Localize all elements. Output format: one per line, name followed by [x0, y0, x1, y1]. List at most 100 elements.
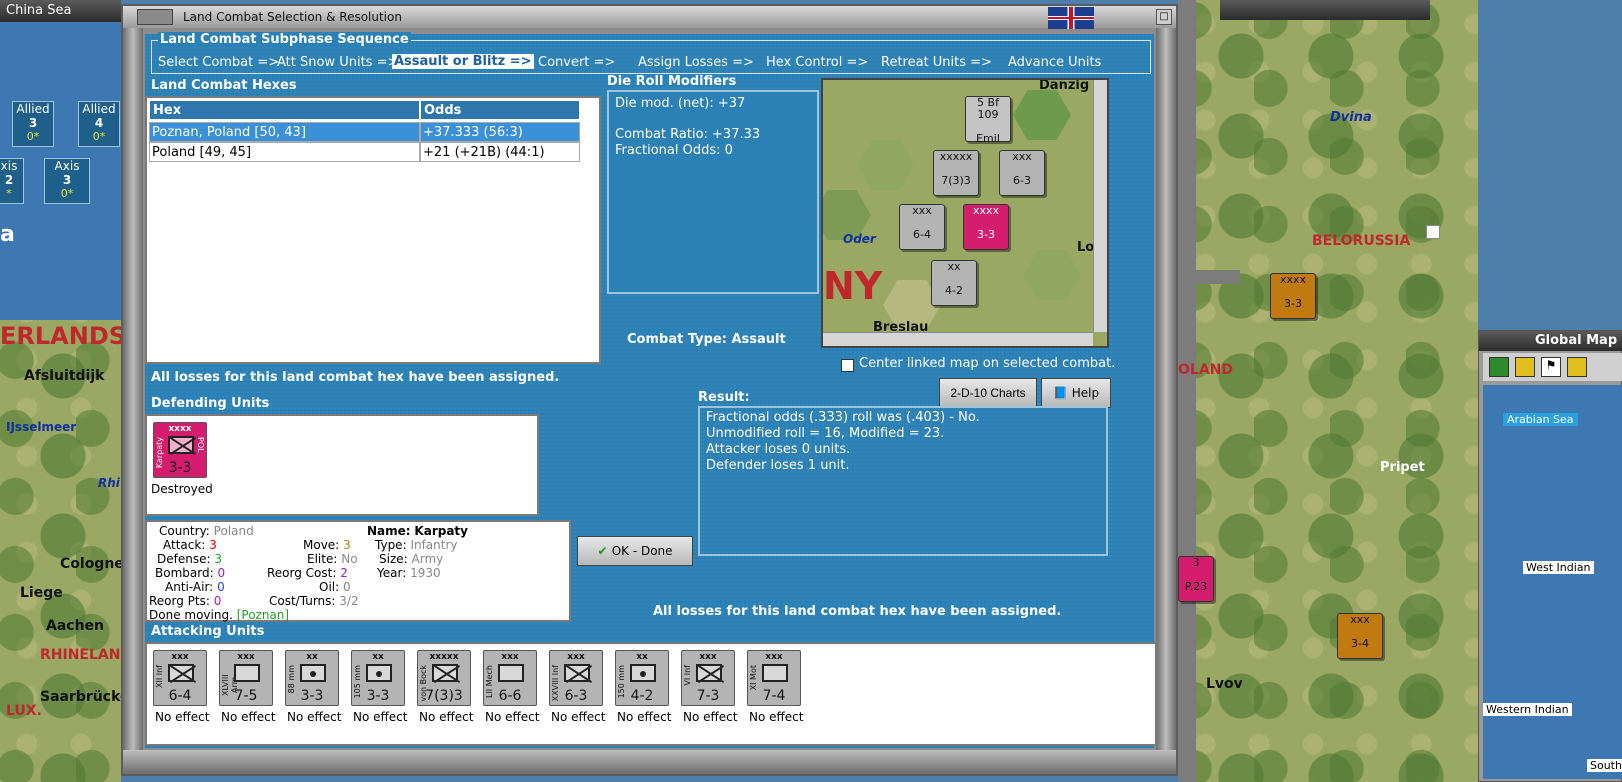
- attacking-unit-effect: No effect: [419, 710, 474, 724]
- mm-unit-army-group[interactable]: xxxxx 7(3)3: [933, 150, 979, 196]
- mm-unit-division[interactable]: xx 4-2: [931, 260, 977, 306]
- attacking-unit[interactable]: xxx LII Mech 6-6: [483, 650, 537, 706]
- unit-strength: 6-4: [168, 688, 192, 704]
- soviet-unit-counter-1[interactable]: xxxx 3-3: [1270, 273, 1316, 319]
- fractional-odds: Fractional Odds: 0: [615, 143, 733, 158]
- mm-unit-air[interactable]: 5 Bf 109 Emil: [965, 96, 1011, 145]
- window-close-icon[interactable]: □: [1156, 9, 1172, 25]
- land-combat-hexes-title: Land Combat Hexes: [151, 78, 297, 93]
- dialog-titlebar[interactable]: Land Combat Selection & Resolution □: [123, 6, 1176, 29]
- defending-units-panel: xxxx Karpaty POL 3-3 Destroyed: [145, 414, 539, 516]
- axis-tile-1[interactable]: xis 2 *: [0, 158, 24, 204]
- attacking-unit[interactable]: xx 105 mm 3-3: [351, 650, 405, 706]
- axis-tile-2[interactable]: Axis 3 0*: [44, 158, 90, 204]
- attacking-unit[interactable]: xxx XXVIII Inf 6-3: [549, 650, 603, 706]
- mm-unit-corps[interactable]: xxx 6-3: [999, 150, 1045, 196]
- attacking-unit[interactable]: xxx XI Mot 7-4: [747, 650, 801, 706]
- unit-size: xxx: [237, 652, 255, 662]
- center-map-label: Center linked map on selected combat.: [859, 356, 1116, 371]
- die-roll-title: Die Roll Modifiers: [607, 74, 737, 89]
- result-line: Attacker loses 0 units.: [706, 442, 851, 457]
- phase-select-combat[interactable]: Select Combat =>: [158, 55, 279, 70]
- attacking-unit[interactable]: xx 150 mm 4-2: [615, 650, 669, 706]
- attacking-unit-effect: No effect: [485, 710, 540, 724]
- dialog-title: Land Combat Selection & Resolution: [183, 10, 402, 24]
- map-label-western-indian: Western Indian: [1483, 703, 1572, 716]
- attacking-unit-effect: No effect: [683, 710, 738, 724]
- unit-side-name: XII Inf: [155, 665, 164, 688]
- attacking-unit[interactable]: xxxxx von Bock 7(3)3: [417, 650, 471, 706]
- unit-size: xx: [372, 652, 384, 662]
- help-button[interactable]: 📘 Help: [1041, 378, 1111, 408]
- combat-minimap[interactable]: Danzig Oder NY Lo Breslau 5 Bf 109 Emil x…: [821, 78, 1109, 348]
- hex-row-poznan[interactable]: Poznan, Poland [50, 43] +37.333 (56:3): [149, 122, 580, 142]
- inf-icon: [564, 664, 590, 682]
- mm-label-danzig: Danzig: [1039, 78, 1090, 93]
- col-odds[interactable]: Odds: [420, 100, 580, 120]
- unit-size: xxx: [567, 652, 585, 662]
- allied-tile-1[interactable]: Allied 3 0*: [12, 101, 54, 147]
- help-book-icon: 📘: [1052, 386, 1072, 400]
- phase-advance-units[interactable]: Advance Units: [1008, 55, 1101, 70]
- attacking-unit[interactable]: xxx XII Inf 6-4: [153, 650, 207, 706]
- result-line: Defender loses 1 unit.: [706, 458, 850, 473]
- mm-unit-target[interactable]: xxxx 3-3: [963, 204, 1009, 250]
- phase-hex-control[interactable]: Hex Control =>: [766, 55, 868, 70]
- phase-att-snow-units[interactable]: Att Snow Units =>: [277, 55, 398, 70]
- unit-strength: 6-3: [564, 688, 588, 704]
- ok-done-button[interactable]: ✔ OK - Done: [577, 536, 693, 566]
- map-scroll-thumb[interactable]: [1426, 225, 1440, 239]
- map-titlebar-right: [1220, 0, 1430, 20]
- unit-strength: 7-4: [762, 688, 786, 704]
- attacking-unit[interactable]: xxx XLVIII Arm 7-5: [219, 650, 273, 706]
- inf-icon: [696, 664, 722, 682]
- hex-row-poland[interactable]: Poland [49, 45] +21 (+21B) (44:1): [149, 142, 580, 162]
- unit-size: xxx: [765, 652, 783, 662]
- attacking-units-title: Attacking Units: [151, 624, 265, 639]
- unit-strength: 7-3: [696, 688, 720, 704]
- hex-icon[interactable]: [1489, 357, 1509, 377]
- mm-unit-corps-2[interactable]: xxx 6-4: [899, 204, 945, 250]
- attacking-unit[interactable]: xxx VI Inf 7-3: [681, 650, 735, 706]
- losses-assigned-note: All losses for this land combat hex have…: [151, 370, 560, 385]
- star-icon[interactable]: [1515, 357, 1535, 377]
- flag-icon[interactable]: ⚑: [1541, 357, 1561, 377]
- phase-retreat-units[interactable]: Retreat Units =>: [881, 55, 992, 70]
- info-elite: Elite: No: [307, 552, 358, 566]
- soviet-unit-counter-2[interactable]: xxx 3-4: [1337, 613, 1383, 659]
- defending-unit-karpaty[interactable]: xxxx Karpaty POL 3-3: [153, 422, 207, 478]
- phase-assign-losses[interactable]: Assign Losses =>: [638, 55, 754, 70]
- unit-side-name: VI Inf: [683, 665, 692, 686]
- attacking-unit[interactable]: xx 88 mm 3-3: [285, 650, 339, 706]
- map-label-rhineland: RHINELAN: [40, 647, 121, 663]
- info-cost-turns: Cost/Turns: 3/2: [269, 594, 359, 608]
- charts-button[interactable]: 2-D-10 Charts: [939, 378, 1037, 408]
- global-map-view[interactable]: Arabian Sea West Indian Western Indian S…: [1483, 385, 1622, 779]
- col-hex[interactable]: Hex: [149, 100, 420, 120]
- attacking-unit-effect: No effect: [353, 710, 408, 724]
- combat-ratio: Combat Ratio: +37.33: [615, 127, 761, 142]
- polish-air-counter[interactable]: 3 P.23: [1178, 556, 1214, 602]
- map-divider: [1178, 0, 1196, 782]
- global-map-panel: Global Map ⚑ Arabian Sea West Indian Wes…: [1478, 330, 1622, 782]
- center-map-checkbox[interactable]: [841, 359, 854, 372]
- china-sea-titlebar: China Sea: [0, 0, 121, 22]
- defending-units-title: Defending Units: [151, 396, 270, 411]
- allied-tile-2[interactable]: Allied 4 0*: [78, 101, 120, 147]
- unit-size: xxx: [699, 652, 717, 662]
- attacking-units-panel: xxx XII Inf 6-4 No effect xxx XLVIII Arm 7-5 No…: [145, 642, 1157, 746]
- map-label-netherlands: ERLANDS: [0, 322, 127, 350]
- grid-icon[interactable]: [1567, 357, 1587, 377]
- result-box: Fractional odds (.333) roll was (.403) -…: [698, 406, 1108, 556]
- phase-assault-or-blitz[interactable]: Assault or Blitz =>: [392, 54, 534, 69]
- unit-strength: 7-5: [234, 688, 258, 704]
- minimap-scroll-horizontal[interactable]: [823, 332, 1093, 346]
- phase-convert[interactable]: Convert =>: [538, 55, 615, 70]
- minimap-scroll-vertical[interactable]: [1093, 80, 1107, 332]
- unit-dot: [310, 671, 316, 677]
- arm-icon: [234, 664, 260, 682]
- subphase-sequence: Land Combat Subphase Sequence Select Com…: [151, 32, 1151, 74]
- hex-cell: Poznan, Poland [50, 43]: [149, 122, 420, 142]
- window-menu-icon[interactable]: [137, 9, 173, 25]
- mm-hex: [857, 140, 915, 190]
